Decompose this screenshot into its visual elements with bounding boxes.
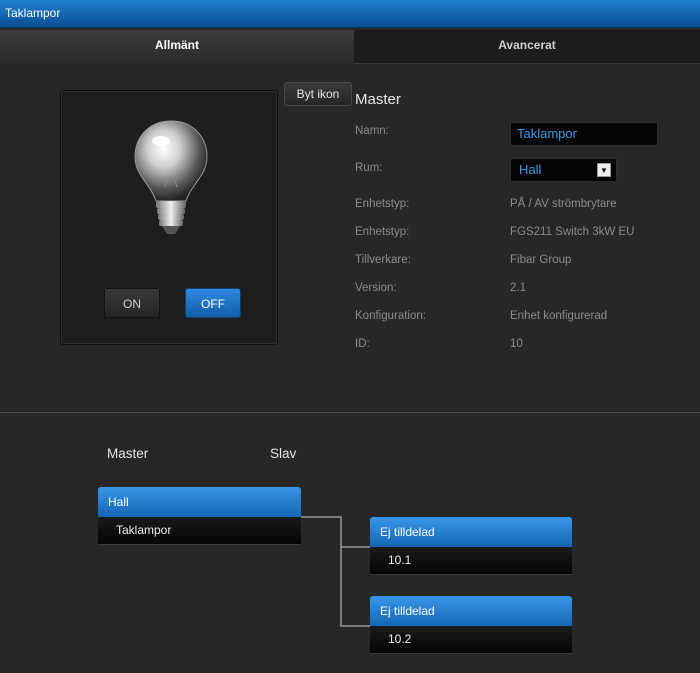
slave-device[interactable]: 10.2 <box>370 626 572 654</box>
master-device[interactable]: Taklampor <box>98 517 301 545</box>
master-room[interactable]: Hall <box>98 487 301 517</box>
association-connectors <box>301 516 370 627</box>
slave-room[interactable]: Ej tilldelad <box>370 517 572 547</box>
slave-room[interactable]: Ej tilldelad <box>370 596 572 626</box>
slave-device[interactable]: 10.1 <box>370 547 572 575</box>
master-node[interactable]: Hall Taklampor <box>98 487 301 545</box>
slave-node[interactable]: Ej tilldelad 10.2 <box>370 596 572 654</box>
slave-node[interactable]: Ej tilldelad 10.1 <box>370 517 572 575</box>
